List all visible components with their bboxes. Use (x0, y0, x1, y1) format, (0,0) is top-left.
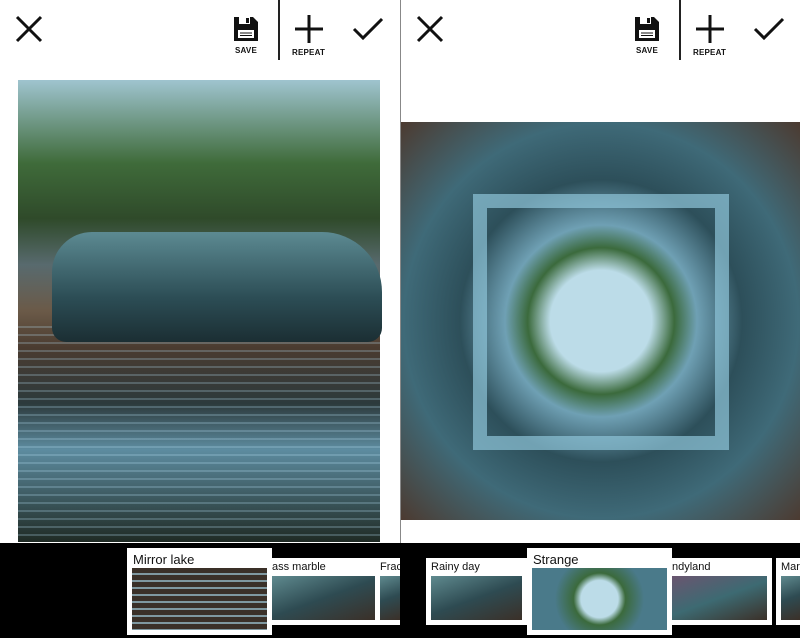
effect-label: Mirror lake (133, 552, 195, 567)
plus-icon (695, 15, 724, 43)
effect-label: Strange (533, 552, 579, 567)
save-button[interactable]: SAVE (233, 16, 259, 55)
close-button[interactable] (14, 14, 44, 44)
plus-icon (294, 15, 323, 43)
effect-thumb-selected[interactable]: Strange (527, 548, 672, 635)
save-icon (635, 17, 659, 41)
editor-panel-right: SAVE REPEAT (400, 0, 800, 543)
effect-thumb[interactable]: ass marble (272, 558, 380, 625)
repeat-button[interactable]: REPEAT (292, 14, 325, 57)
close-icon (416, 15, 444, 43)
apply-button[interactable] (753, 16, 785, 42)
effect-label: ndyland (672, 561, 711, 573)
effect-label: ass marble (272, 561, 326, 573)
effect-thumb-selected[interactable]: Mirror lake (127, 548, 272, 635)
toolbar-divider (278, 0, 280, 60)
save-label: SAVE (235, 46, 257, 55)
save-button[interactable]: SAVE (634, 16, 660, 55)
car-image (52, 232, 382, 342)
effects-strip[interactable]: ass marble Frac Mirror lake Rainy day nd… (0, 543, 800, 638)
effect-thumb[interactable]: ndyland (672, 558, 772, 625)
effect-preview (380, 576, 400, 620)
effect-preview (272, 576, 375, 620)
save-label: SAVE (636, 46, 658, 55)
apply-button[interactable] (352, 16, 384, 42)
effect-label: Frac (380, 561, 400, 573)
close-button[interactable] (415, 14, 445, 44)
photo-preview-strange (401, 122, 800, 520)
save-icon (234, 17, 258, 41)
editor-panel-left: SAVE REPEAT (0, 0, 400, 543)
toolbar-divider (679, 0, 681, 60)
close-icon (15, 15, 43, 43)
effect-label: Marb (781, 561, 800, 573)
effect-preview (431, 576, 522, 620)
check-icon (753, 17, 785, 41)
repeat-label: REPEAT (693, 48, 727, 57)
effect-preview (532, 568, 667, 630)
effect-thumb[interactable]: Marb (776, 558, 800, 625)
photo-preview-mirror-lake (18, 80, 382, 542)
repeat-button[interactable]: REPEAT (693, 14, 726, 57)
effect-preview (132, 568, 267, 630)
effect-preview (672, 576, 767, 620)
effect-thumb[interactable]: Rainy day (426, 558, 527, 625)
check-icon (352, 17, 384, 41)
effect-label: Rainy day (431, 561, 480, 573)
effect-preview (781, 576, 800, 620)
kaleidoscope-frame (473, 194, 729, 450)
repeat-label: REPEAT (292, 48, 326, 57)
effect-thumb[interactable]: Frac (380, 558, 400, 625)
